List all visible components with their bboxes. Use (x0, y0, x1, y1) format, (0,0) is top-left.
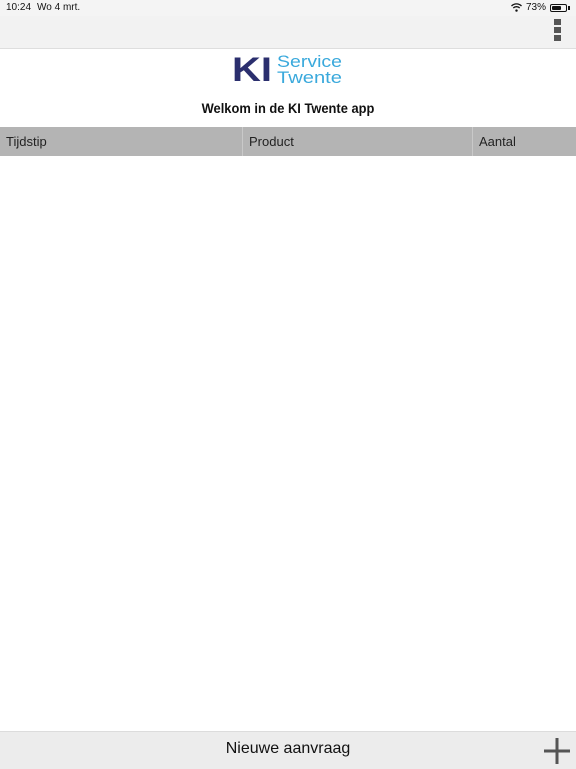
wifi-icon (511, 3, 522, 12)
plus-icon[interactable] (543, 737, 571, 765)
battery-cap (568, 5, 570, 10)
status-indicators: 73% (511, 2, 570, 13)
status-date: Wo 4 mrt. (37, 2, 81, 13)
battery-percentage: 73% (525, 2, 546, 13)
battery-fill (552, 5, 562, 10)
welcome-title: Welkom in de KI Twente app (201, 100, 375, 116)
new-request-button[interactable]: Nieuwe aanvraag (0, 740, 576, 758)
logo-ki: KI (232, 51, 272, 86)
status-time: 10:24 (6, 2, 32, 13)
logo-twente: Twente (277, 68, 342, 86)
battery-icon (550, 3, 567, 12)
request-list[interactable] (0, 156, 576, 731)
column-header-tijdstip[interactable]: Tijdstip (0, 127, 242, 156)
ki-service-twente-logo: KI Service Twente (232, 51, 342, 86)
table-header: Tijdstip Product Aantal (0, 127, 576, 156)
bottom-toolbar: Nieuwe aanvraag (0, 731, 576, 769)
column-header-aantal[interactable]: Aantal (472, 127, 576, 156)
status-bar: 10:24 Wo 4 mrt. 73% (0, 0, 576, 16)
kebab-menu-icon[interactable] (550, 19, 564, 45)
nav-bar (0, 16, 576, 49)
column-header-product[interactable]: Product (242, 127, 472, 156)
